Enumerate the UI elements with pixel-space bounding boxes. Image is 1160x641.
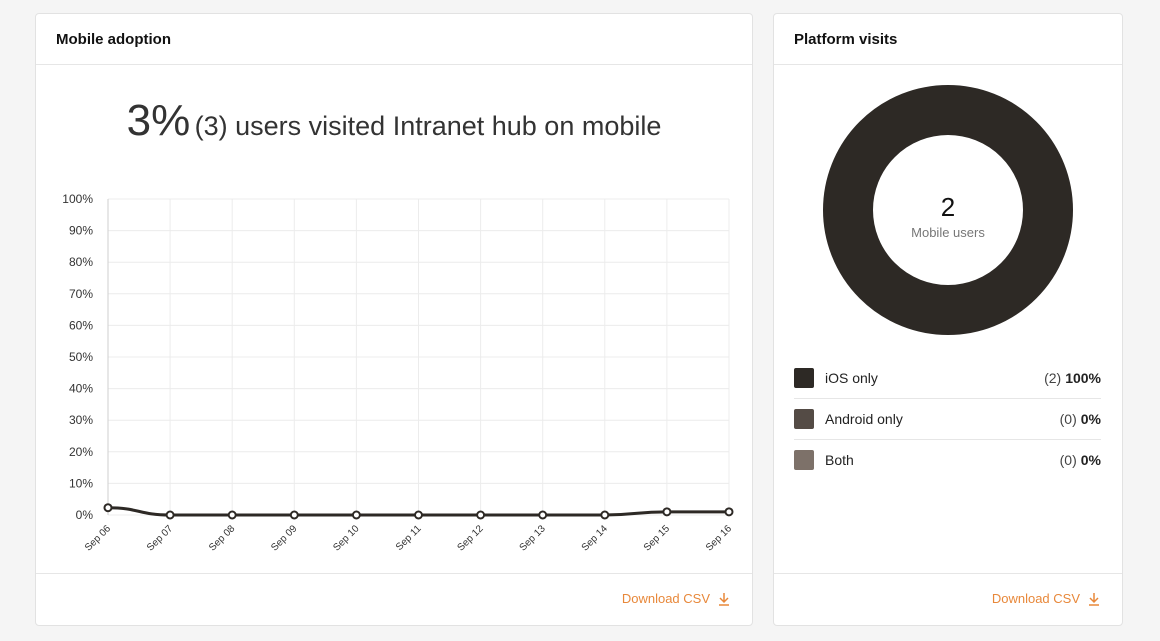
legend-swatch [794, 368, 814, 388]
download-csv-label: Download CSV [621, 591, 710, 606]
y-tick-label: 60% [69, 318, 93, 332]
x-tick-label: Sep 15 [642, 523, 672, 553]
data-point [227, 510, 237, 520]
y-tick-label: 100% [62, 192, 93, 206]
donut-center: 2 Mobile users [822, 192, 1074, 240]
data-point [662, 507, 672, 517]
x-tick-label: Sep 11 [394, 523, 424, 553]
legend-item-ios: iOS only (2) 100% [794, 358, 1101, 399]
data-point [414, 510, 423, 520]
legend-count: (0) [1059, 411, 1077, 427]
adoption-headline: 3% (3) users visited Intranet hub on mob… [36, 96, 752, 146]
data-point [289, 510, 299, 520]
mobile-adoption-footer: Download CSV [36, 573, 752, 625]
mobile-users-count: 2 [940, 192, 956, 222]
platform-visits-title: Platform visits [774, 14, 1122, 65]
data-point [103, 503, 113, 513]
x-tick-label: Sep 06 [83, 523, 113, 553]
legend-count: (0) [1059, 452, 1077, 468]
adoption-line-chart: 0% 10% 20% 30% 40% 50% 60% 70% 80% 90% 100% Sep 06 S… [62, 192, 734, 554]
legend-percent: 0% [1080, 411, 1101, 427]
download-csv-label: Download CSV [991, 591, 1080, 606]
y-tick-label: 70% [69, 287, 93, 301]
download-icon [719, 592, 729, 606]
x-tick-label: Sep 09 [269, 523, 299, 553]
y-tick-label: 10% [69, 476, 93, 490]
y-tick-label: 50% [69, 350, 93, 364]
x-tick-label: Sep 08 [207, 523, 237, 553]
y-tick-label: 0% [76, 508, 94, 522]
legend-swatch [794, 409, 814, 429]
data-point [165, 510, 175, 520]
legend-swatch [794, 450, 814, 470]
mobile-adoption-title: Mobile adoption [36, 14, 752, 65]
data-point [600, 510, 610, 520]
data-point [538, 510, 548, 520]
legend-label: Both [825, 452, 854, 468]
legend-item-android: Android only (0) 0% [794, 399, 1101, 440]
legend-percent: 100% [1065, 370, 1101, 386]
legend-label: iOS only [825, 370, 878, 386]
download-csv-button[interactable]: Download CSV [622, 591, 730, 606]
x-tick-label: Sep 16 [704, 523, 734, 553]
download-csv-button[interactable]: Download CSV [992, 591, 1100, 606]
x-tick-label: Sep 14 [580, 523, 610, 553]
x-tick-label: Sep 10 [331, 523, 361, 553]
platform-visits-footer: Download CSV [774, 573, 1122, 625]
mobile-users-label: Mobile users [911, 225, 985, 240]
y-tick-label: 20% [69, 445, 93, 459]
adoption-percent: 3% [126, 96, 191, 145]
y-tick-label: 40% [69, 382, 93, 396]
y-tick-label: 30% [69, 413, 93, 427]
platform-donut: 2 Mobile users [822, 84, 1074, 336]
legend-count: (2) [1044, 370, 1062, 386]
legend-item-both: Both (0) 0% [794, 440, 1101, 480]
legend-percent: 0% [1080, 452, 1101, 468]
y-tick-label: 80% [69, 255, 93, 269]
platform-legend: iOS only (2) 100% Android only (0) 0% Bo… [794, 358, 1101, 480]
data-point [724, 507, 734, 517]
mobile-adoption-card: Mobile adoption 3% (3) users visited Int… [35, 13, 753, 626]
download-icon [1089, 592, 1099, 606]
x-tick-label: Sep 07 [145, 523, 175, 553]
adoption-text: (3) users visited Intranet hub on mobile [194, 111, 662, 141]
platform-visits-card: Platform visits 2 Mobile users iOS only … [773, 13, 1123, 626]
data-point [476, 510, 486, 520]
data-point [351, 510, 361, 520]
x-tick-label: Sep 12 [456, 523, 486, 553]
legend-label: Android only [825, 411, 903, 427]
y-tick-label: 90% [69, 224, 93, 238]
x-tick-label: Sep 13 [518, 523, 548, 553]
